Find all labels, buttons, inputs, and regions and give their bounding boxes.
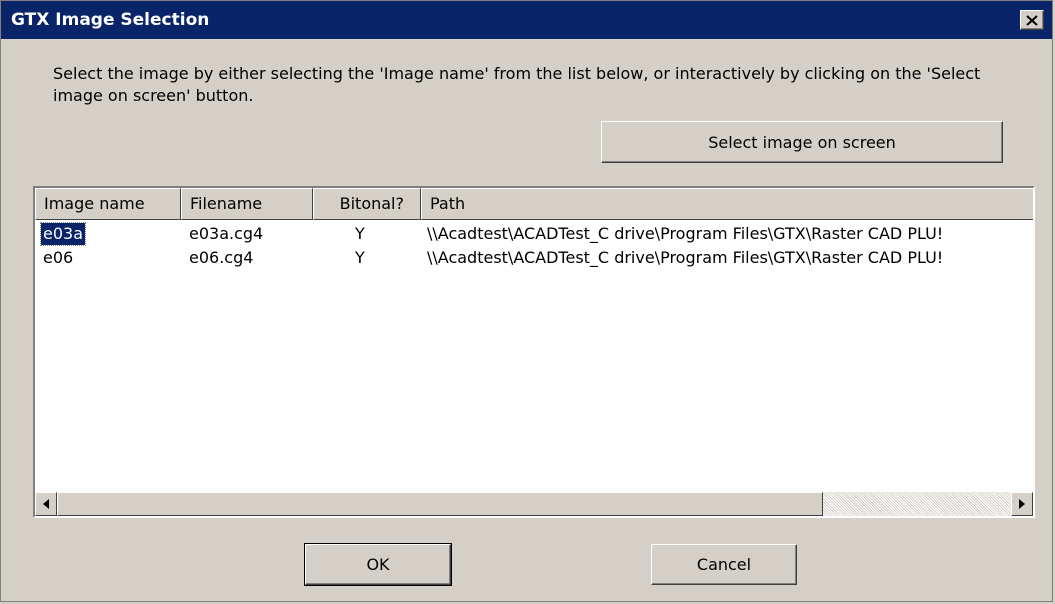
- scroll-thumb[interactable]: [57, 492, 823, 516]
- gtx-image-selection-dialog: GTX Image Selection Select the image by …: [0, 0, 1053, 602]
- image-name-cell[interactable]: e03a: [39, 222, 87, 246]
- title-bar[interactable]: GTX Image Selection: [1, 1, 1052, 39]
- path-cell: \\Acadtest\ACADTest_C drive\Program File…: [427, 224, 944, 243]
- table-row[interactable]: e03a e03a.cg4 Y \\Acadtest\ACADTest_C dr…: [35, 222, 1033, 246]
- path-cell: \\Acadtest\ACADTest_C drive\Program File…: [427, 248, 944, 267]
- arrow-right-icon: [1019, 499, 1025, 509]
- column-header-path[interactable]: Path: [421, 188, 1033, 220]
- horizontal-scrollbar[interactable]: [35, 492, 1033, 516]
- close-button[interactable]: [1020, 10, 1044, 30]
- image-list[interactable]: Image name Filename Bitonal? Path e03a e…: [33, 186, 1035, 518]
- column-header-bitonal[interactable]: Bitonal?: [313, 188, 421, 220]
- table-row[interactable]: e06 e06.cg4 Y \\Acadtest\ACADTest_C driv…: [35, 246, 1033, 270]
- image-name-cell[interactable]: e06: [43, 247, 73, 269]
- ok-button[interactable]: OK: [304, 543, 452, 586]
- filename-cell: e03a.cg4: [189, 224, 264, 243]
- bitonal-cell: Y: [355, 248, 365, 267]
- select-image-on-screen-button[interactable]: Select image on screen: [601, 121, 1003, 163]
- list-header: Image name Filename Bitonal? Path: [35, 188, 1033, 220]
- filename-cell: e06.cg4: [189, 248, 254, 267]
- cancel-button[interactable]: Cancel: [651, 544, 797, 585]
- scroll-left-button[interactable]: [35, 492, 57, 516]
- column-header-filename[interactable]: Filename: [181, 188, 313, 220]
- list-body: e03a e03a.cg4 Y \\Acadtest\ACADTest_C dr…: [35, 222, 1033, 270]
- dialog-title: GTX Image Selection: [11, 10, 210, 30]
- close-icon: [1026, 14, 1038, 26]
- instructions-text: Select the image by either selecting the…: [53, 64, 981, 105]
- bitonal-cell: Y: [355, 224, 365, 243]
- column-header-image-name[interactable]: Image name: [35, 188, 181, 220]
- scroll-right-button[interactable]: [1011, 492, 1033, 516]
- arrow-left-icon: [43, 499, 49, 509]
